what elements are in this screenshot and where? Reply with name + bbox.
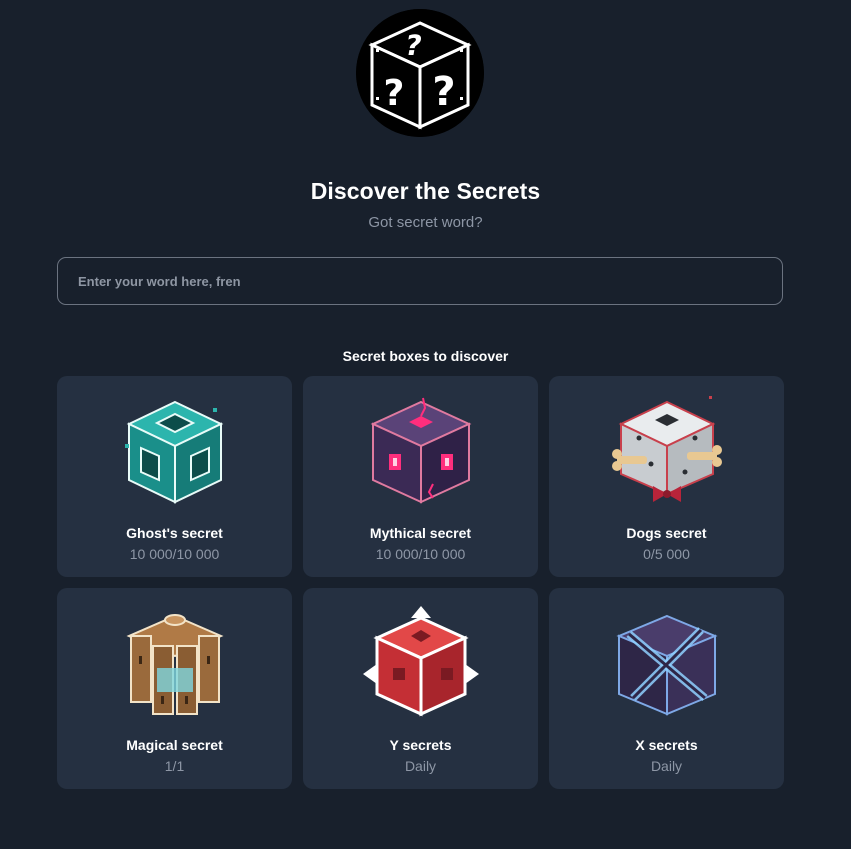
x-cube-icon	[609, 606, 725, 722]
page: ? ? ? Discover the Secrets Got secret wo…	[0, 0, 851, 849]
secret-word-input[interactable]	[58, 258, 782, 304]
box-name: X secrets	[635, 737, 698, 753]
box-card-magical-secret[interactable]: Magical secret 1/1	[57, 588, 292, 789]
box-count: Daily	[404, 758, 437, 774]
secret-word-field[interactable]	[57, 257, 783, 305]
purple-crystal-cube-icon	[363, 394, 479, 510]
box-card-x-secrets[interactable]: X secrets Daily	[549, 588, 784, 789]
box-name: Y secrets	[389, 737, 452, 753]
box-count: 0/5 000	[643, 546, 690, 562]
svg-text:?: ?	[432, 69, 455, 115]
section-title: Secret boxes to discover	[342, 348, 509, 364]
page-title: Discover the Secrets	[310, 178, 541, 204]
teal-cube-icon	[117, 394, 233, 510]
box-card-y-secrets[interactable]: Y secrets Daily	[303, 588, 538, 789]
mystery-box-logo-icon: ? ? ?	[356, 9, 484, 137]
box-card-ghosts-secret[interactable]: Ghost's secret 10 000/10 000	[57, 376, 292, 577]
red-arrows-cube-icon	[363, 606, 479, 722]
box-card-mythical-secret[interactable]: Mythical secret 10 000/10 000	[303, 376, 538, 577]
box-name: Magical secret	[126, 737, 223, 753]
box-name: Mythical secret	[369, 525, 472, 541]
box-count: 10 000/10 000	[375, 546, 466, 562]
bone-cube-icon	[609, 394, 725, 510]
box-card-dogs-secret[interactable]: Dogs secret 0/5 000	[549, 376, 784, 577]
box-count: 1/1	[164, 758, 185, 774]
page-subtitle: Got secret word?	[368, 214, 483, 231]
wooden-pillars-cube-icon	[117, 606, 233, 722]
box-name: Ghost's secret	[126, 525, 223, 541]
box-count: Daily	[650, 758, 683, 774]
svg-text:?: ?	[384, 73, 405, 114]
box-count: 10 000/10 000	[129, 546, 220, 562]
box-name: Dogs secret	[626, 525, 707, 541]
